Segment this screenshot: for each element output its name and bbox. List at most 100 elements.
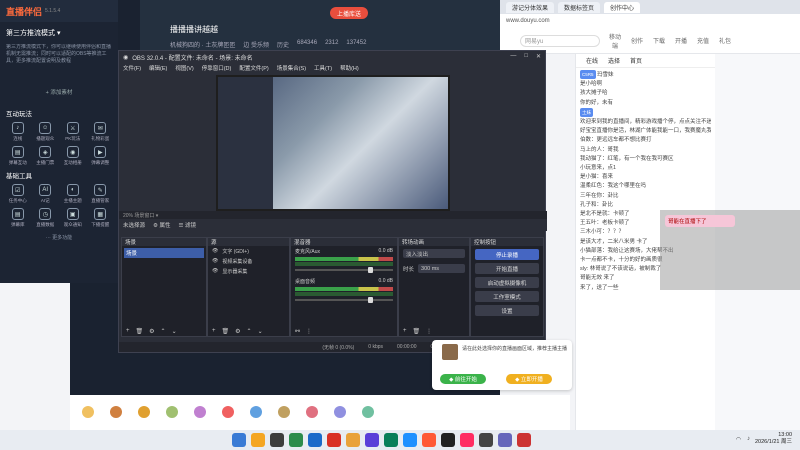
menu-icon[interactable]: ⋮ bbox=[306, 328, 312, 335]
obs-preview[interactable] bbox=[216, 75, 450, 211]
minimize-icon[interactable]: — bbox=[510, 53, 516, 60]
gift-item[interactable] bbox=[330, 406, 350, 419]
settings-button[interactable]: 设置 bbox=[475, 305, 539, 316]
tool-basic_tools-6[interactable]: ▣ 观众通知 bbox=[59, 208, 87, 228]
menu-item[interactable]: 视图(V) bbox=[175, 64, 193, 72]
nav-item[interactable]: 下载 bbox=[652, 36, 666, 45]
stream-mode-selector[interactable]: 第三方推流模式 ▾ bbox=[0, 22, 118, 44]
add-icon[interactable]: + bbox=[126, 328, 130, 334]
add-source-button[interactable]: + 添加素材 bbox=[29, 88, 89, 98]
volume-slider[interactable] bbox=[295, 297, 393, 303]
browser-tab[interactable]: 创作中心 bbox=[604, 1, 641, 13]
eye-icon[interactable]: 👁 bbox=[212, 268, 218, 274]
menu-item[interactable]: 帮助(H) bbox=[340, 64, 359, 72]
nav-item[interactable]: 开播 bbox=[674, 36, 688, 45]
chat-tab[interactable]: 选择 bbox=[608, 56, 620, 65]
taskbar-app-icon[interactable] bbox=[232, 433, 246, 447]
chat-tab[interactable]: 首页 bbox=[630, 56, 642, 65]
settings-icon[interactable]: ⚙ bbox=[149, 328, 154, 335]
tool-interact_tools-4[interactable]: ▤ 弹幕互动 bbox=[4, 146, 32, 166]
card-start-button[interactable]: ◆ 前往开始 bbox=[440, 374, 486, 384]
filters-button[interactable]: ☰ 滤镜 bbox=[178, 221, 195, 229]
more-features-link[interactable]: ··· 更多功能 bbox=[0, 234, 118, 241]
taskbar-app-icon[interactable] bbox=[479, 433, 493, 447]
add-icon[interactable]: + bbox=[212, 328, 216, 334]
link-icon[interactable]: ⚯ bbox=[295, 328, 300, 335]
transition-select[interactable]: 淡入淡出 bbox=[403, 249, 465, 258]
eye-icon[interactable]: 👁 bbox=[212, 248, 218, 254]
up-icon[interactable]: ⌃ bbox=[161, 328, 166, 335]
taskbar-app-icon[interactable] bbox=[460, 433, 474, 447]
menu-icon[interactable]: ⋮ bbox=[426, 328, 432, 335]
source-item[interactable]: 👁 文字 (GDI+) bbox=[208, 246, 289, 256]
tool-basic_tools-1[interactable]: AI AI记 bbox=[32, 184, 60, 204]
duration-input[interactable]: 300 ms bbox=[418, 264, 465, 273]
properties-button[interactable]: ⚙ 属性 bbox=[153, 221, 170, 229]
down-icon[interactable]: ⌄ bbox=[172, 328, 177, 335]
tool-basic_tools-0[interactable]: ☑ 任务中心 bbox=[4, 184, 32, 204]
taskbar-app-icon[interactable] bbox=[270, 433, 284, 447]
tool-basic_tools-7[interactable]: ▦ 下播提醒 bbox=[87, 208, 115, 228]
gift-item[interactable] bbox=[78, 406, 98, 419]
scene-item[interactable]: 场景 bbox=[124, 248, 204, 258]
clock[interactable]: 13:00 2026/1/21 周三 bbox=[755, 432, 792, 446]
volume-icon[interactable]: ♪ bbox=[747, 436, 750, 443]
chat-tab[interactable]: 在线 bbox=[586, 56, 598, 65]
preview-zoom-bar[interactable]: 20% 场景窗口 ▾ bbox=[119, 211, 547, 219]
gift-item[interactable] bbox=[246, 406, 266, 419]
tool-interact_tools-1[interactable]: ☺ 播题观众 bbox=[32, 122, 60, 142]
delete-icon[interactable]: 🗑 bbox=[136, 328, 144, 335]
gift-item[interactable] bbox=[358, 406, 378, 419]
live-button[interactable]: 上播库送 bbox=[330, 7, 368, 19]
taskbar-app-icon[interactable] bbox=[289, 433, 303, 447]
gift-item[interactable] bbox=[134, 406, 154, 419]
taskbar-app-icon[interactable] bbox=[498, 433, 512, 447]
gift-item[interactable] bbox=[190, 406, 210, 419]
menu-item[interactable]: 文件(F) bbox=[123, 64, 141, 72]
delete-icon[interactable]: 🗑 bbox=[222, 328, 230, 335]
taskbar-app-icon[interactable] bbox=[308, 433, 322, 447]
volume-slider[interactable] bbox=[295, 267, 393, 273]
taskbar-app-icon[interactable] bbox=[384, 433, 398, 447]
search-input[interactable]: 网易yu bbox=[520, 34, 600, 47]
tool-basic_tools-2[interactable]: ◐ 主播主题 bbox=[59, 184, 87, 204]
gift-item[interactable] bbox=[274, 406, 294, 419]
tool-interact_tools-3[interactable]: ✉ 礼物彩蛋 bbox=[87, 122, 115, 142]
tool-basic_tools-3[interactable]: ✎ 直播管家 bbox=[87, 184, 115, 204]
browser-address-bar[interactable]: www.douyu.com bbox=[500, 14, 800, 28]
tool-interact_tools-0[interactable]: ♪ 连线 bbox=[4, 122, 32, 142]
up-icon[interactable]: ⌃ bbox=[247, 328, 252, 335]
wifi-icon[interactable]: ◠ bbox=[736, 436, 741, 443]
nav-item[interactable]: 创作 bbox=[630, 36, 644, 45]
source-item[interactable]: 👁 显示器采集 bbox=[208, 266, 289, 276]
down-icon[interactable]: ⌄ bbox=[258, 328, 263, 335]
stop-recording-button[interactable]: 停止录播 bbox=[475, 249, 539, 260]
gift-item[interactable] bbox=[218, 406, 238, 419]
taskbar-app-icon[interactable] bbox=[327, 433, 341, 447]
nav-item[interactable]: 礼包 bbox=[718, 36, 732, 45]
taskbar-app-icon[interactable] bbox=[251, 433, 265, 447]
studio-mode-button[interactable]: 工作室模式 bbox=[475, 291, 539, 302]
tool-basic_tools-5[interactable]: ◷ 直播数据 bbox=[32, 208, 60, 228]
close-icon[interactable]: ✕ bbox=[536, 53, 541, 60]
taskbar-app-icon[interactable] bbox=[441, 433, 455, 447]
taskbar-app-icon[interactable] bbox=[403, 433, 417, 447]
nav-item[interactable]: 充值 bbox=[696, 36, 710, 45]
gift-item[interactable] bbox=[106, 406, 126, 419]
source-item[interactable]: 👁 视频采集设备 bbox=[208, 256, 289, 266]
taskbar-app-icon[interactable] bbox=[365, 433, 379, 447]
taskbar-app-icon[interactable] bbox=[422, 433, 436, 447]
tool-basic_tools-4[interactable]: ▤ 弹幕库 bbox=[4, 208, 32, 228]
eye-icon[interactable]: 👁 bbox=[212, 258, 218, 264]
tool-interact_tools-6[interactable]: ◉ 互动相册 bbox=[59, 146, 87, 166]
card-live-button[interactable]: ◆ 立即开播 bbox=[506, 374, 552, 384]
tool-interact_tools-5[interactable]: ◈ 主播门票 bbox=[32, 146, 60, 166]
virtual-camera-button[interactable]: 启动虚拟摄像机 bbox=[475, 277, 539, 288]
menu-item[interactable]: 工具(T) bbox=[314, 64, 332, 72]
menu-item[interactable]: 编辑(E) bbox=[149, 64, 167, 72]
tool-interact_tools-2[interactable]: ⚔ PK玩法 bbox=[59, 122, 87, 142]
settings-icon[interactable]: ⚙ bbox=[235, 328, 240, 335]
gift-item[interactable] bbox=[302, 406, 322, 419]
tool-interact_tools-7[interactable]: ▶ 弹幕调整 bbox=[87, 146, 115, 166]
start-streaming-button[interactable]: 开始直播 bbox=[475, 263, 539, 274]
